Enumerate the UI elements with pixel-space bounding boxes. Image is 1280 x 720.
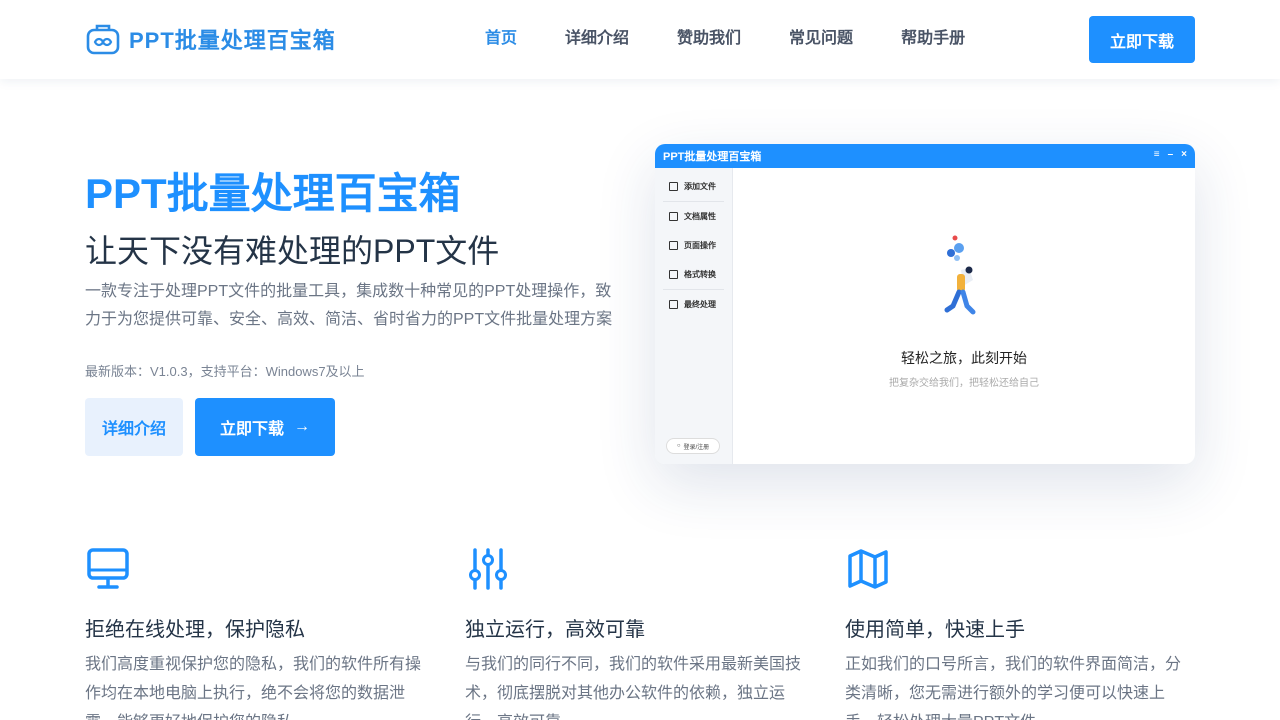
app-sidebar: 添加文件 文档属性 页面操作 格式转换 最终处理 ○ 登录/注册 [655, 168, 733, 464]
tools-icon [669, 241, 678, 250]
nav-faq[interactable]: 常见问题 [789, 28, 853, 50]
sliders-icon [469, 548, 507, 590]
main-nav: 首页 详细介绍 赞助我们 常见问题 帮助手册 [485, 28, 1013, 50]
feature-title: 使用简单，快速上手 [845, 619, 1025, 641]
empty-state-subtitle: 把复杂交给我们，把轻松还给自己 [889, 378, 1039, 389]
sidebar-label: 添加文件 [684, 182, 716, 191]
export-icon [669, 300, 678, 309]
sidebar-item-final: 最终处理 [655, 290, 732, 319]
sidebar-item-add-file: 添加文件 [655, 172, 732, 201]
nav-details[interactable]: 详细介绍 [565, 28, 629, 50]
site-header: PPT批量处理百宝箱 首页 详细介绍 赞助我们 常见问题 帮助手册 立即下载 [0, 0, 1280, 79]
sidebar-item-convert: 格式转换 [655, 260, 732, 289]
feature-easy: 使用简单，快速上手 正如我们的口号所言，我们的软件界面简洁，分类清晰，您无需进行… [845, 546, 1185, 720]
feature-text: 与我们的同行不同，我们的软件采用最新美国技术，彻底摆脱对其他办公软件的依赖，独立… [465, 656, 802, 720]
login-label: 登录/注册 [683, 444, 710, 451]
feature-privacy: 拒绝在线处理，保护隐私 我们高度重视保护您的隐私，我们的软件所有操作均在本地电脑… [85, 546, 425, 720]
logo-text: PPT批量处理百宝箱 [129, 28, 336, 53]
menu-icon: ≡ [1153, 149, 1160, 160]
details-button[interactable]: 详细介绍 [85, 398, 183, 456]
feature-text: 我们高度重视保护您的隐私，我们的软件所有操作均在本地电脑上执行，绝不会将您的数据… [85, 656, 422, 720]
version-info: 最新版本：V1.0.3，支持平台：Windows7及以上 [85, 364, 365, 379]
download-button[interactable]: 立即下载 → [195, 398, 335, 456]
minimize-icon: – [1167, 149, 1174, 160]
app-main-area: 轻松之旅，此刻开始 把复杂交给我们，把轻松还给自己 [733, 168, 1195, 464]
close-icon: × [1181, 149, 1187, 160]
toolbox-logo-icon [86, 24, 120, 55]
balloon-person-illustration [944, 235, 976, 315]
sidebar-label: 页面操作 [684, 241, 716, 250]
nav-help[interactable]: 帮助手册 [901, 28, 965, 50]
sidebar-item-properties: 文档属性 [655, 202, 732, 231]
monitor-icon [87, 548, 129, 589]
arrow-right-icon: → [294, 418, 310, 435]
sidebar-label: 文档属性 [684, 212, 716, 221]
feature-text: 正如我们的口号所言，我们的软件界面简洁，分类清晰，您无需进行额外的学习便可以快速… [845, 656, 1182, 720]
app-titlebar: PPT批量处理百宝箱 ≡ – × [655, 144, 1195, 168]
user-icon: ○ [676, 443, 681, 449]
app-screenshot: PPT批量处理百宝箱 ≡ – × 添加文件 文档属性 页面操作 格式转换 最终处… [655, 144, 1195, 464]
feature-title: 拒绝在线处理，保护隐私 [85, 619, 305, 641]
nav-home[interactable]: 首页 [485, 28, 517, 50]
header-download-button[interactable]: 立即下载 [1089, 16, 1195, 63]
nav-sponsor[interactable]: 赞助我们 [677, 28, 741, 50]
app-title: PPT批量处理百宝箱 [663, 151, 762, 163]
convert-icon [669, 270, 678, 279]
hero-title: PPT批量处理百宝箱 [85, 170, 461, 217]
logo[interactable]: PPT批量处理百宝箱 [85, 22, 336, 56]
sidebar-item-page-ops: 页面操作 [655, 231, 732, 260]
hero-subtitle: 让天下没有难处理的PPT文件 [85, 233, 500, 269]
feature-standalone: 独立运行，高效可靠 与我们的同行不同，我们的软件采用最新美国技术，彻底摆脱对其他… [465, 546, 805, 720]
login-pill: ○ 登录/注册 [666, 438, 720, 454]
hero-description: 一款专注于处理PPT文件的批量工具，集成数十种常见的PPT处理操作，致力于为您提… [85, 283, 613, 328]
feature-title: 独立运行，高效可靠 [465, 619, 645, 641]
map-icon [848, 549, 888, 589]
sidebar-label: 最终处理 [684, 300, 716, 309]
empty-state-title: 轻松之旅，此刻开始 [901, 350, 1027, 366]
download-button-label: 立即下载 [219, 421, 284, 438]
sidebar-label: 格式转换 [684, 270, 716, 279]
file-icon [669, 182, 678, 191]
properties-icon [669, 212, 678, 221]
